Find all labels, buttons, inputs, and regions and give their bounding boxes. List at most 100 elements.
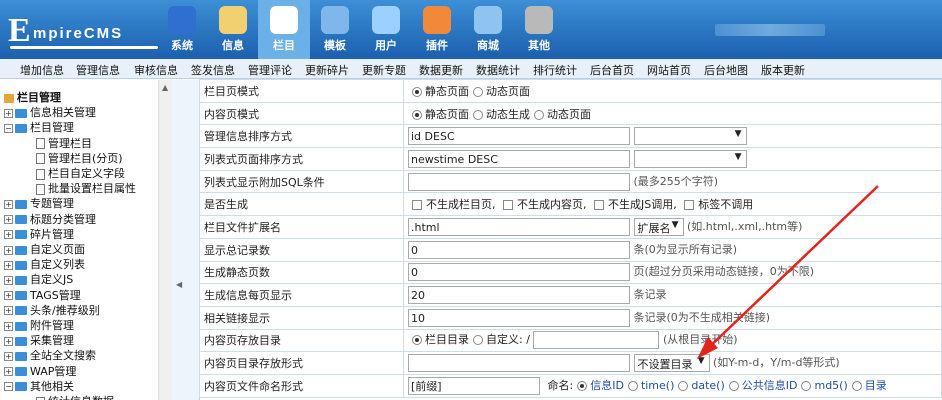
folder-icon <box>270 6 298 34</box>
radio-name-dir[interactable] <box>851 380 862 391</box>
sidebar-tree-item[interactable]: 栏目管理 <box>4 89 61 105</box>
sidebar-tree-item[interactable]: + 碎片管理 <box>4 226 74 242</box>
radio-static[interactable] <box>412 86 422 97</box>
menu-item[interactable]: 数据更新 <box>419 62 463 78</box>
gear-icon <box>525 6 553 34</box>
no-content-page-checkbox[interactable] <box>503 200 513 211</box>
folder-icon <box>15 336 27 346</box>
plugin-tools-icon <box>423 6 451 34</box>
sort-order-input[interactable]: id DESC <box>408 127 630 146</box>
menu-item[interactable]: 管理评论 <box>248 62 292 78</box>
menu-item[interactable]: 网站首页 <box>647 62 691 78</box>
radio-name-time[interactable] <box>627 380 638 391</box>
radio-dynamic[interactable] <box>473 86 483 97</box>
radio-dynamic-gen[interactable] <box>473 109 483 120</box>
sidebar-tree-item[interactable]: + WAP管理 <box>4 363 76 379</box>
nav-shop-card[interactable]: 商城 <box>462 0 514 59</box>
menu-item[interactable]: 签发信息 <box>191 62 235 78</box>
sidebar-tree-item[interactable]: 管理栏目 <box>36 135 92 151</box>
total-records-input[interactable]: 0 <box>408 240 630 259</box>
list-sort-select[interactable]: ▼ <box>633 149 747 168</box>
no-js-checkbox[interactable] <box>594 200 604 211</box>
dir-format-input[interactable] <box>408 354 630 373</box>
form-row: 内容页文件命名形式 [前缀] 命名: 信息ID time() date() 公共信息ID… <box>199 373 942 398</box>
nav-folder[interactable]: 栏目 <box>258 0 310 59</box>
expand-icon: + <box>4 260 13 270</box>
sidebar-tree-item[interactable]: − 栏目管理 <box>4 119 74 135</box>
sidebar-tree-item[interactable]: + 自定义列表 <box>4 256 85 272</box>
sidebar-tree-item[interactable]: 管理栏目(分页) <box>36 150 123 166</box>
menu-item[interactable]: 后台首页 <box>590 62 634 78</box>
menu-item[interactable]: 排行统计 <box>533 62 577 78</box>
menu-item[interactable]: 更新碎片 <box>305 62 349 78</box>
sidebar-tree-item[interactable]: + 自定义页面 <box>4 241 85 257</box>
sidebar-tree-item[interactable]: + 专题管理 <box>4 195 74 211</box>
form-row: 内容页模式 静态页面 动态生成 动态页面 <box>199 101 942 126</box>
per-page-input[interactable]: 20 <box>408 286 630 305</box>
expand-icon: + <box>4 367 13 377</box>
menu-item[interactable]: 增加信息 <box>20 62 64 78</box>
sidebar-tree-item[interactable]: 批量设置栏目属性 <box>36 180 136 196</box>
sql-condition-input[interactable] <box>408 172 630 191</box>
dir-format-select[interactable]: 不设置目录 ▼ <box>633 354 710 373</box>
nav-globe[interactable]: 系统 <box>156 0 208 59</box>
sidebar-scrollbar[interactable]: ▲ <box>158 80 172 400</box>
sidebar-tree-item[interactable]: + 标题分类管理 <box>4 211 96 227</box>
radio-static[interactable] <box>412 109 422 120</box>
menu-item[interactable]: 管理信息 <box>76 62 120 78</box>
static-pages-input[interactable]: 0 <box>408 263 630 282</box>
form-row: 生成静态页数 0 页(超过分页采用动态链接，0为不限) <box>199 260 942 285</box>
radio-custom-dir[interactable] <box>473 335 483 346</box>
nav-label: 栏目 <box>273 39 295 52</box>
form-row: 内容页存放目录 栏目目录 自定义: / (从根目录开始) <box>199 328 942 353</box>
expand-icon: + <box>4 336 13 346</box>
no-tag-checkbox[interactable] <box>684 200 695 211</box>
folder-icon <box>15 367 27 377</box>
menu-item[interactable]: 后台地图 <box>704 62 748 78</box>
sidebar-tree-item[interactable]: + 附件管理 <box>4 317 74 333</box>
file-prefix-input[interactable]: [前缀] <box>408 376 540 395</box>
sidebar-tree-item[interactable]: + 采集管理 <box>4 332 74 348</box>
menu-item[interactable]: 更新专题 <box>362 62 406 78</box>
column-settings-form: 栏目页模式 静态页面 动态页面 内容页模式 静态页面 动态生成 动态页面 管理信息排序… <box>199 79 942 398</box>
nav-label: 其他 <box>528 39 550 52</box>
related-links-input[interactable]: 10 <box>408 308 630 327</box>
radio-name-id[interactable] <box>577 380 588 391</box>
nav-user[interactable]: 用户 <box>360 0 412 59</box>
nav-label: 用户 <box>375 39 397 52</box>
radio-name-public-id[interactable] <box>728 380 739 391</box>
radio-dynamic-page[interactable] <box>534 109 544 120</box>
form-row: 生成信息每页显示 20 条记录 <box>199 283 942 307</box>
radio-name-date[interactable] <box>678 380 689 391</box>
nav-plugin-tools[interactable]: 插件 <box>411 0 463 59</box>
file-ext-select[interactable]: 扩展名 ▼ <box>633 217 684 236</box>
sidebar-tree-item[interactable]: + 头条/推荐级别 <box>4 302 100 318</box>
collapse-icon: − <box>4 123 13 133</box>
folder-icon <box>15 306 27 316</box>
nav-template-window[interactable]: 模板 <box>309 0 361 59</box>
quick-menu-bar: 增加信息 管理信息 审核信息 签发信息 管理评论 更新碎片 更新专题 数据更新 数据统计 排行统计… <box>0 59 942 79</box>
nav-document-edit[interactable]: 信息 <box>207 0 259 59</box>
expand-icon: + <box>4 291 13 301</box>
sidebar-tree-item[interactable]: + 自定义JS <box>4 271 73 287</box>
sidebar-tree-item[interactable]: − 其他相关 <box>4 378 74 394</box>
nav-gear[interactable]: 其他 <box>513 0 565 59</box>
menu-item[interactable]: 数据统计 <box>476 62 520 78</box>
no-column-page-checkbox[interactable] <box>412 200 422 211</box>
custom-dir-input[interactable] <box>533 331 660 350</box>
file-ext-input[interactable]: .html <box>408 217 630 236</box>
sort-order-select[interactable]: ▼ <box>633 127 747 146</box>
globe-icon <box>168 6 196 34</box>
sidebar-tree-item[interactable]: 栏目自定义字段 <box>36 165 125 181</box>
menu-item[interactable]: 审核信息 <box>134 62 178 78</box>
sidebar-tree-item[interactable]: 统计信息数据 <box>36 393 114 400</box>
list-sort-input[interactable]: newstime DESC <box>408 149 630 168</box>
radio-column-dir[interactable] <box>412 335 422 346</box>
sidebar-collapse-handle[interactable]: ◀ <box>172 80 200 400</box>
sidebar-tree-item[interactable]: + 全站全文搜索 <box>4 347 96 363</box>
sidebar-tree-item[interactable]: + 信息相关管理 <box>4 104 96 120</box>
sidebar-tree-item[interactable]: + TAGS管理 <box>4 287 81 303</box>
page-icon <box>36 396 45 400</box>
radio-name-md5[interactable] <box>801 380 812 391</box>
menu-item[interactable]: 版本更新 <box>761 62 805 78</box>
